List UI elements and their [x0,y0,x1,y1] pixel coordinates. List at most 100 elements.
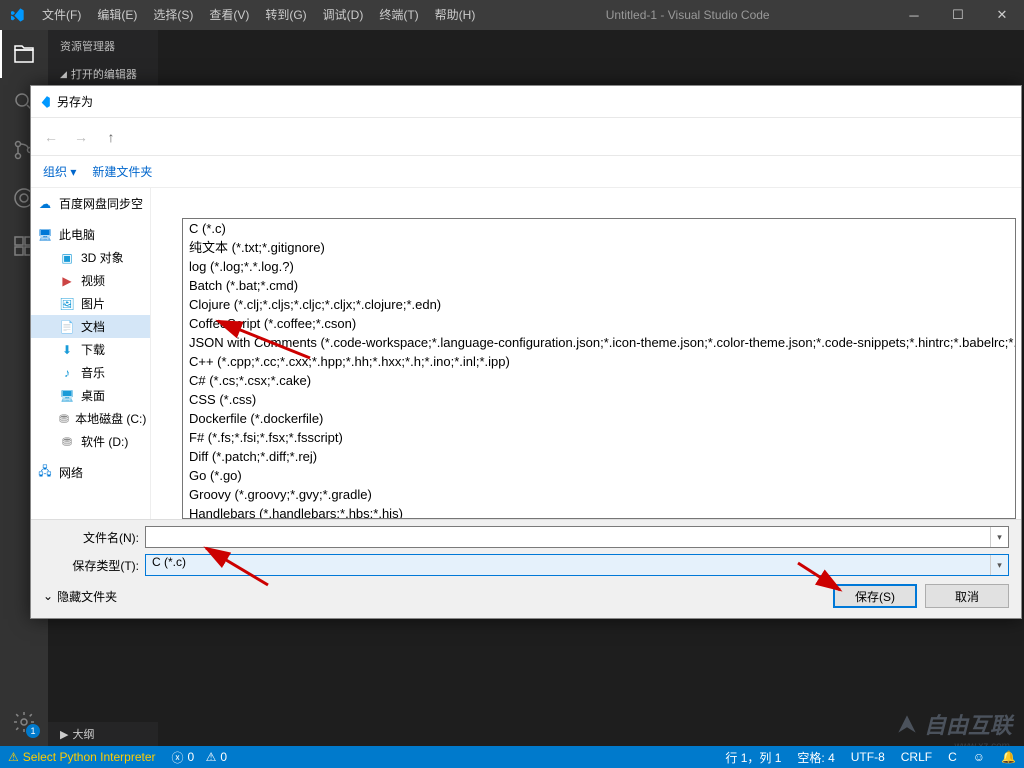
titlebar: 文件(F) 编辑(E) 选择(S) 查看(V) 转到(G) 调试(D) 终端(T… [0,0,1024,30]
filetype-option[interactable]: Batch (*.bat;*.cmd) [183,276,1015,295]
tree-documents[interactable]: 📄文档 [31,315,150,338]
sb-encoding[interactable]: UTF-8 [843,746,893,768]
cancel-button[interactable]: 取消 [925,584,1009,608]
filetype-option[interactable]: C# (*.cs;*.csx;*.cake) [183,371,1015,390]
filetype-combo[interactable]: C (*.c)▾ [145,554,1009,576]
tree-downloads[interactable]: ⬇下载 [31,338,150,361]
menu-help[interactable]: 帮助(H) [427,0,484,30]
filetype-option[interactable]: CSS (*.css) [183,390,1015,409]
tree-desktop[interactable]: 🖥桌面 [31,384,150,407]
filetype-dropdown[interactable]: C (*.c)纯文本 (*.txt;*.gitignore)log (*.log… [182,218,1016,519]
filetype-option[interactable]: CoffeeScript (*.coffee;*.cson) [183,314,1015,333]
menu-go[interactable]: 转到(G) [257,0,314,30]
tree-diskc[interactable]: ⛃本地磁盘 (C:) [31,407,150,430]
vscode-logo-icon [0,7,34,23]
dialog-cmdbar: 组织 ▾ 新建文件夹 [31,156,1021,188]
maximize-button[interactable]: ☐ [936,0,980,30]
sb-python-interpreter[interactable]: ⚠Select Python Interpreter [0,746,164,768]
sb-line-col[interactable]: 行 1，列 1 [717,746,789,768]
explorer-icon[interactable] [0,30,48,78]
tree-pictures[interactable]: 🖼图片 [31,292,150,315]
documents-icon: 📄 [59,320,75,334]
filetype-option[interactable]: Groovy (*.groovy;*.gvy;*.gradle) [183,485,1015,504]
organize-button[interactable]: 组织 ▾ [43,163,76,180]
close-button[interactable]: ✕ [980,0,1024,30]
filetype-option[interactable]: Diff (*.patch;*.diff;*.rej) [183,447,1015,466]
menu-terminal[interactable]: 终端(T) [371,0,426,30]
tree-videos[interactable]: ▶视频 [31,269,150,292]
dialog-bottom: 文件名(N): ▾ 保存类型(T): C (*.c)▾ ⌄隐藏文件夹 保存(S)… [31,519,1021,618]
filetype-option[interactable]: JSON with Comments (*.code-workspace;*.l… [183,333,1015,352]
nav-back-icon[interactable]: ← [39,125,63,149]
menu-selection[interactable]: 选择(S) [145,0,201,30]
statusbar: ⚠Select Python Interpreter ⓧ0 ⚠0 行 1，列 1… [0,746,1024,768]
error-icon: ⓧ [172,749,184,766]
gear-icon[interactable]: 1 [0,698,48,746]
menu-debug[interactable]: 调试(D) [315,0,372,30]
tree-3dobjects[interactable]: ▣3D 对象 [31,246,150,269]
vscode-small-icon [37,95,51,109]
minimize-button[interactable]: ─ [892,0,936,30]
filetype-label: 保存类型(T): [43,557,145,574]
new-folder-button[interactable]: 新建文件夹 [92,163,152,180]
warning-icon: ⚠ [206,750,217,764]
save-as-dialog: 另存为 ← → ↑ 组织 ▾ 新建文件夹 ☁百度网盘同步空 🖥此电脑 ▣3D 对… [30,85,1022,619]
menu-view[interactable]: 查看(V) [201,0,257,30]
download-icon: ⬇ [59,343,75,357]
dialog-titlebar: 另存为 [31,86,1021,118]
window-controls: ─ ☐ ✕ [892,0,1024,30]
video-icon: ▶ [59,274,75,288]
tree-diskd[interactable]: ⛃软件 (D:) [31,430,150,453]
hide-folders-toggle[interactable]: ⌄隐藏文件夹 [43,588,117,605]
filetype-option[interactable]: Handlebars (*.handlebars;*.hbs;*.hjs) [183,504,1015,519]
filetype-option[interactable]: Go (*.go) [183,466,1015,485]
chevron-down-icon[interactable]: ▾ [990,555,1008,575]
tree-music[interactable]: ♪音乐 [31,361,150,384]
chevron-right-icon: ▶ [60,728,68,741]
open-editors-section[interactable]: ◢打开的编辑器 [48,62,158,86]
chevron-down-icon[interactable]: ▾ [990,527,1008,547]
sb-spaces[interactable]: 空格: 4 [789,746,842,768]
tree-baidu[interactable]: ☁百度网盘同步空 [31,192,150,215]
dialog-nav-toolbar: ← → ↑ [31,118,1021,156]
dialog-title: 另存为 [57,93,93,110]
chevron-down-icon: ⌄ [43,589,53,603]
chevron-down-icon: ◢ [60,69,67,80]
pictures-icon: 🖼 [59,297,75,311]
sb-problems[interactable]: ⓧ0 ⚠0 [164,746,236,768]
filename-label: 文件名(N): [43,529,145,546]
filetype-option[interactable]: 纯文本 (*.txt;*.gitignore) [183,238,1015,257]
tree-thispc[interactable]: 🖥此电脑 [31,223,150,246]
disk-icon: ⛃ [59,412,69,426]
outline-section[interactable]: ▶大纲 [48,722,158,746]
sb-bell-icon[interactable]: 🔔 [993,746,1024,768]
tree-network[interactable]: 🖧网络 [31,461,150,484]
filename-input[interactable]: ▾ [145,526,1009,548]
desktop-icon: 🖥 [59,389,75,403]
nav-forward-icon[interactable]: → [69,125,93,149]
sb-feedback[interactable]: ☺ [965,746,993,768]
explorer-title: 资源管理器 [48,30,158,62]
sb-language[interactable]: C [940,746,965,768]
menubar: 文件(F) 编辑(E) 选择(S) 查看(V) 转到(G) 调试(D) 终端(T… [34,0,483,30]
filetype-option[interactable]: F# (*.fs;*.fsi;*.fsx;*.fsscript) [183,428,1015,447]
disk-icon: ⛃ [59,435,75,449]
window-title: Untitled-1 - Visual Studio Code [483,8,892,22]
gear-badge: 1 [26,724,40,738]
places-tree[interactable]: ☁百度网盘同步空 🖥此电脑 ▣3D 对象 ▶视频 🖼图片 📄文档 ⬇下载 ♪音乐… [31,188,151,519]
network-icon: 🖧 [37,466,53,480]
filetype-option[interactable]: Dockerfile (*.dockerfile) [183,409,1015,428]
filetype-option[interactable]: C (*.c) [183,219,1015,238]
sb-eol[interactable]: CRLF [893,746,940,768]
filetype-option[interactable]: log (*.log;*.*.log.?) [183,257,1015,276]
nav-up-icon[interactable]: ↑ [99,125,123,149]
menu-edit[interactable]: 编辑(E) [89,0,145,30]
cube-icon: ▣ [59,251,75,265]
save-button[interactable]: 保存(S) [833,584,917,608]
warning-icon: ⚠ [8,750,19,764]
music-icon: ♪ [59,366,75,380]
pc-icon: 🖥 [37,228,53,242]
filetype-option[interactable]: Clojure (*.clj;*.cljs;*.cljc;*.cljx;*.cl… [183,295,1015,314]
menu-file[interactable]: 文件(F) [34,0,89,30]
filetype-option[interactable]: C++ (*.cpp;*.cc;*.cxx;*.hpp;*.hh;*.hxx;*… [183,352,1015,371]
